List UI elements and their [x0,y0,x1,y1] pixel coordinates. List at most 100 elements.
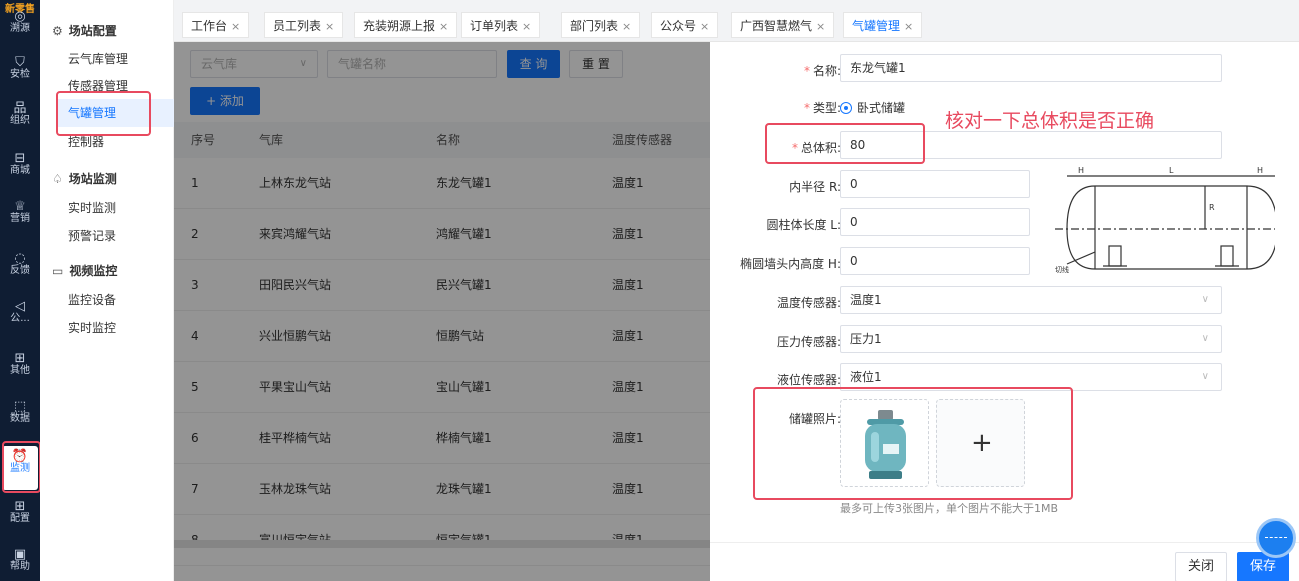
close-icon[interactable]: × [231,20,240,33]
rail-item-other[interactable]: ⊞ 其他 [0,348,40,392]
close-icon[interactable]: × [622,20,631,33]
rail-item-marketing[interactable]: ♕ 营销 [0,196,40,240]
menu-group-label: 视频监控 [69,264,118,278]
head-height-label: 椭圆墙头内高度 H: [740,257,841,271]
rail-item-notice[interactable]: ◁ 公... [0,296,40,340]
diagram-label-h-right: H [1257,166,1263,175]
tab-employees[interactable]: 员工列表 × [264,12,344,38]
close-button[interactable]: 关闭 [1175,552,1227,581]
menu-item-alerts[interactable]: 预警记录 [68,227,116,244]
menu-group-station-config[interactable]: ⚙ 场站配置 [52,22,117,39]
tab-smart-gas[interactable]: 广西智慧燃气 × [731,12,835,38]
rail-label: 配置 [10,513,30,524]
close-icon[interactable]: × [439,20,448,33]
type-radio-horizontal[interactable]: 卧式储罐 [840,99,905,116]
trophy-icon: ♕ [14,199,26,214]
length-input[interactable]: 0 [840,208,1030,236]
menu-item-live[interactable]: 实时监控 [68,319,116,336]
grid-icon: ⊞ [14,499,26,514]
length-label: 圆柱体长度 L: [766,218,841,232]
required-mark: * [803,64,810,78]
rail-item-feedback[interactable]: ◌ 反馈 [0,248,40,292]
pressure-sensor-label: 压力传感器: [776,335,841,349]
store-icon: ⊟ [14,151,26,166]
tab-departments[interactable]: 部门列表 × [561,12,641,38]
tab-workbench[interactable]: 工作台 × [182,12,250,38]
menu-item-realtime[interactable]: 实时监测 [68,199,116,216]
close-icon[interactable]: × [325,20,334,33]
drawer-footer: 关闭 保存 [710,542,1299,581]
menu-item-cloud-depot[interactable]: 云气库管理 [68,50,128,67]
tab-label: 订单列表 [470,19,519,33]
chart-icon: ⬚ [13,399,27,414]
pressure-sensor-value: 压力1 [850,332,882,346]
radius-label: 内半径 R: [789,180,841,194]
pressure-sensor-select[interactable]: 压力1 ∨ [840,325,1222,353]
tank-dimension-diagram: H L H R 切线 [1055,166,1275,274]
book-icon: ▣ [13,547,27,562]
icon-rail: 新零售 ◎ 溯源 ⛉ 安检 品组织 ⊟ 商城 ♕ 营销 ◌ 反馈 ◁ 公... ⊞ 其他 ⬚ 数… [0,0,40,581]
chevron-down-icon: ∨ [1201,333,1209,344]
temp-sensor-select[interactable]: 温度1 ∨ [840,286,1222,314]
modal-overlay[interactable] [174,42,710,581]
rail-label: 组织 [10,115,30,126]
rail-label: 其他 [10,365,30,376]
tab-label: 气罐管理 [852,19,901,33]
shield-check-icon: ⛉ [15,55,25,70]
menu-group-video[interactable]: ▭ 视频监控 [52,262,117,279]
required-mark: * [803,101,810,115]
menu-item-cameras[interactable]: 监控设备 [68,291,116,308]
level-sensor-label: 液位传感器: [776,373,841,387]
rail-label: 溯源 [10,23,30,34]
radius-input[interactable]: 0 [840,170,1030,198]
chat-icon: ◌ [14,251,26,266]
diagram-label-tangent: 切线 [1055,265,1069,274]
rail-item-inspection[interactable]: ⛉ 安检 [0,52,40,96]
chevron-down-icon: ∨ [1201,294,1209,305]
close-icon[interactable]: × [904,20,913,33]
rail-item-trace[interactable]: ◎ 溯源 [0,6,40,50]
rail-label: 公... [10,313,30,324]
head-height-input[interactable]: 0 [840,247,1030,275]
rail-label: 安检 [10,69,30,80]
tab-orders[interactable]: 订单列表 × [461,12,541,38]
rail-item-data[interactable]: ⬚ 数据 [0,396,40,440]
temp-sensor-value: 温度1 [850,293,882,307]
highlight-photo [753,387,1073,500]
tab-bar: 工作台 × 员工列表 × 充装朔源上报 × 订单列表 × 部门列表 × 公众号 × 广西智慧… [174,0,1299,42]
rail-item-mall[interactable]: ⊟ 商城 [0,148,40,192]
temp-sensor-label: 温度传感器: [776,296,841,310]
tab-tank-management[interactable]: 气罐管理 × [843,12,923,38]
tab-fill-trace[interactable]: 充装朔源上报 × [354,12,458,38]
tab-official-account[interactable]: 公众号 × [651,12,719,38]
highlight-tank-menu [56,91,151,136]
highlight-volume [765,123,925,164]
diagram-label-l: L [1169,166,1174,175]
rail-item-config[interactable]: ⊞ 配置 [0,496,40,540]
menu-group-station-monitor[interactable]: ♤ 场站监测 [52,170,117,187]
side-menu: ⚙ 场站配置 云气库管理 传感器管理 气罐管理 控制器 ♤ 场站监测 实时监测 预警… [40,0,174,581]
name-label: * 名称: [804,62,841,79]
floating-assistant-button[interactable] [1256,518,1296,558]
rail-label: 反馈 [10,265,30,276]
diagram-label-r: R [1209,203,1215,212]
type-label-text: 类型: [812,101,841,115]
annotation-check-volume: 核对一下总体积是否正确 [945,110,1155,132]
radio-checked-icon [840,102,852,114]
video-icon: ▭ [52,264,64,278]
rail-item-org[interactable]: 品组织 [0,98,40,142]
close-icon[interactable]: × [522,20,531,33]
type-radio-label: 卧式储罐 [857,101,906,115]
name-label-text: 名称: [812,64,841,78]
close-icon[interactable]: × [816,20,825,33]
type-label: * 类型: [804,99,841,116]
rail-label: 营销 [10,213,30,224]
close-icon[interactable]: × [700,20,709,33]
tab-label: 工作台 [191,19,228,33]
edit-tank-drawer: * 名称: 东龙气罐1 * 类型: 卧式储罐 核对一下总体积是否正确 * 总体积: 8… [710,42,1299,581]
highlight-monitor-rail [2,441,41,493]
name-input[interactable]: 东龙气罐1 [840,54,1222,82]
rail-item-help[interactable]: ▣ 帮助 [0,544,40,581]
org-chart-icon: 品 [13,101,27,116]
chevron-down-icon: ∨ [1201,371,1209,382]
